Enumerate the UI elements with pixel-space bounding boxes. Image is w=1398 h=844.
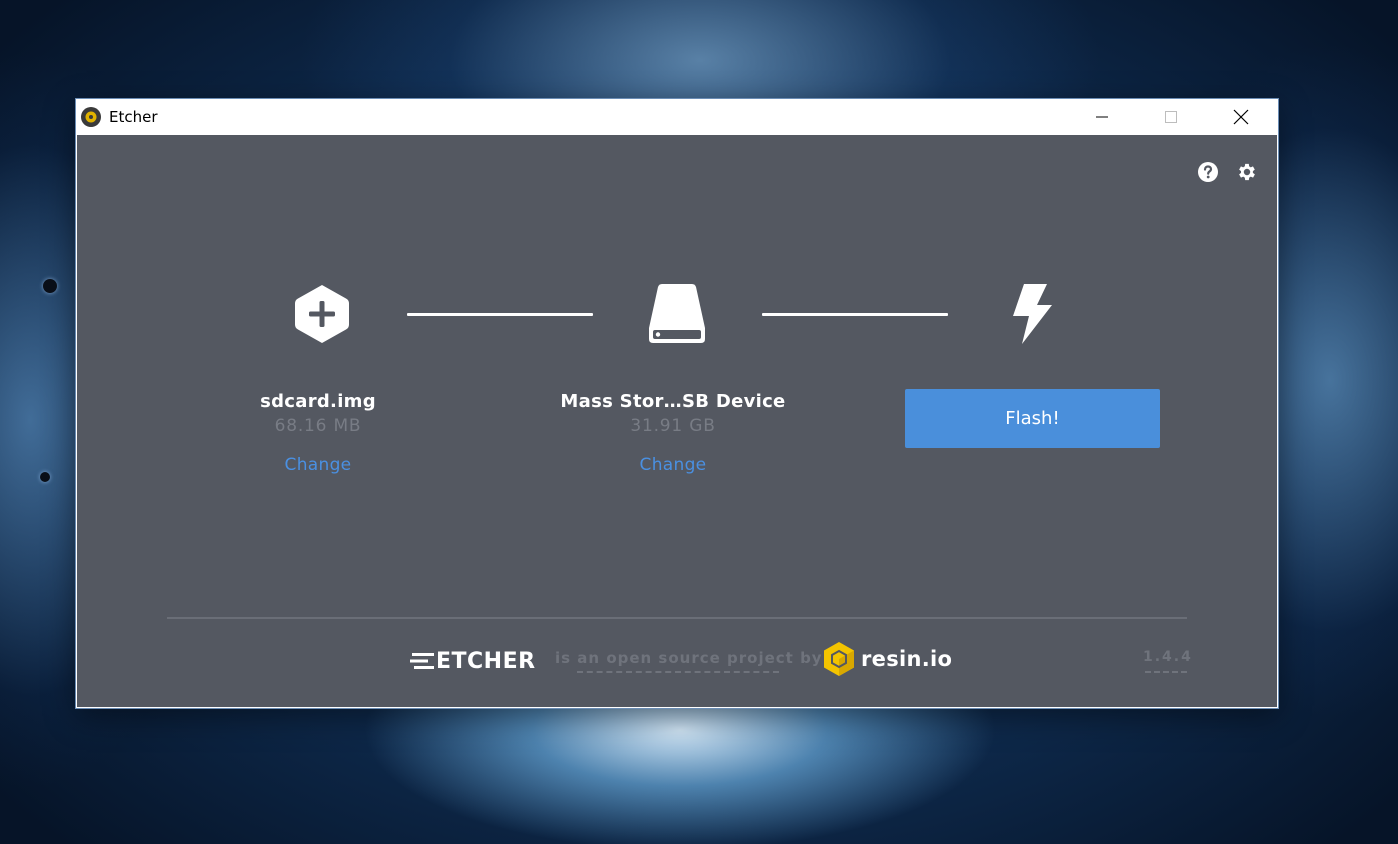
drive-size: 31.91 GB (630, 416, 716, 436)
gear-icon (1239, 163, 1255, 181)
version-underline (1145, 671, 1187, 673)
resin-logo[interactable]: resin.io (823, 641, 952, 677)
etcher-window: Etcher sdcard.img 68.16 MB Change Mass S… (76, 99, 1278, 708)
help-icon (1198, 162, 1218, 182)
settings-button[interactable] (1235, 160, 1259, 184)
desktop-planet (40, 472, 50, 482)
flash-step-icon (1009, 283, 1055, 345)
resin-text: resin.io (861, 647, 953, 671)
plus-hexagon-icon (295, 285, 349, 343)
etcher-logo-text: ETCHER (436, 648, 536, 674)
close-button[interactable] (1218, 99, 1264, 135)
image-name: sdcard.img (260, 391, 376, 412)
footer-divider (167, 617, 1187, 619)
maximize-button[interactable] (1148, 99, 1194, 135)
help-button[interactable] (1196, 160, 1220, 184)
etcher-app-icon (81, 107, 101, 127)
resin-cube-icon (824, 642, 854, 676)
footer-tagline[interactable]: is an open source project by (555, 649, 823, 667)
image-step: sdcard.img 68.16 MB Change (168, 390, 468, 475)
maximize-icon (1165, 111, 1177, 123)
close-icon (1233, 109, 1249, 125)
flash-button[interactable]: Flash! (905, 389, 1160, 448)
select-drive-button[interactable] (647, 283, 707, 345)
step-connector (407, 313, 593, 316)
change-drive-link[interactable]: Change (640, 455, 707, 475)
version-label[interactable]: 1.4.4 (1143, 649, 1193, 665)
drive-name: Mass Stor…SB Device (560, 391, 786, 412)
title-bar[interactable]: Etcher (76, 99, 1278, 135)
change-image-link[interactable]: Change (285, 455, 352, 475)
tagline-underline (577, 671, 779, 673)
window-title: Etcher (109, 108, 158, 126)
etcher-footer-logo[interactable]: ETCHER (410, 647, 536, 675)
step-connector (762, 313, 948, 316)
drive-step: Mass Stor…SB Device 31.91 GB Change (523, 390, 823, 475)
select-image-button[interactable] (292, 283, 352, 345)
desktop-planet (43, 279, 57, 293)
minimize-button[interactable] (1079, 99, 1125, 135)
app-content: sdcard.img 68.16 MB Change Mass Stor…SB … (77, 135, 1277, 707)
image-size: 68.16 MB (274, 416, 362, 436)
lightning-icon (1013, 284, 1052, 344)
drive-icon (649, 284, 705, 343)
speed-lines-icon (410, 653, 434, 669)
minimize-icon (1096, 116, 1108, 118)
